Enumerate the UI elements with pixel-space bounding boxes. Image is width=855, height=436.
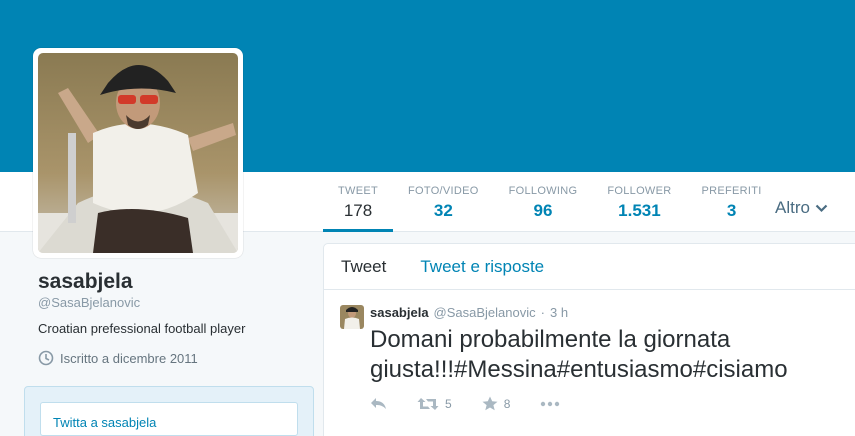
stat-followers[interactable]: FOLLOWER 1.531 xyxy=(592,172,686,232)
tab-tweets[interactable]: Tweet xyxy=(341,257,386,277)
stat-label: TWEET xyxy=(338,185,378,197)
timeline-tabs: Tweet Tweet e risposte xyxy=(324,244,855,290)
profile-stats: TWEET 178 FOTO/VIDEO 32 FOLLOWING 96 FOL… xyxy=(323,172,777,232)
tweet-text: Domani probabilmente la giornata giusta!… xyxy=(370,326,788,383)
stat-label: FOTO/VIDEO xyxy=(408,185,479,197)
tab-tweets-and-replies[interactable]: Tweet e risposte xyxy=(420,257,544,277)
reply-icon xyxy=(371,398,386,409)
stat-value: 96 xyxy=(533,201,553,220)
avatar-photo xyxy=(38,53,238,253)
timeline: Tweet Tweet e risposte sasabjela @SasaBj… xyxy=(323,243,855,436)
stat-photos-videos[interactable]: FOTO/VIDEO 32 xyxy=(393,172,494,232)
profile-avatar xyxy=(38,53,238,253)
stat-value: 178 xyxy=(343,201,373,220)
retweet-button[interactable]: 5 xyxy=(417,397,452,411)
more-menu-label: Altro xyxy=(775,198,810,217)
chevron-down-icon xyxy=(815,204,828,212)
tweet-avatar-photo xyxy=(340,305,364,329)
tweet-to-input[interactable]: Twitta a sasabjela xyxy=(40,402,298,436)
more-dots-icon xyxy=(541,401,560,406)
profile-avatar-frame[interactable] xyxy=(33,48,243,258)
tweet-timestamp[interactable]: 3 h xyxy=(550,305,568,320)
tweet-author-handle[interactable]: @SasaBjelanovic xyxy=(434,305,536,320)
tweet-header: sasabjela @SasaBjelanovic · 3 h xyxy=(370,305,568,320)
profile-bio: Croatian prefessional football player xyxy=(38,321,246,336)
more-actions-button[interactable] xyxy=(540,401,560,407)
joined-text: Iscritto a dicembre 2011 xyxy=(60,350,198,366)
stat-label: PREFERITI xyxy=(701,185,762,197)
stat-label: FOLLOWING xyxy=(508,185,578,197)
stat-following[interactable]: FOLLOWING 96 xyxy=(494,172,593,232)
stat-value: 1.531 xyxy=(618,201,661,220)
retweet-icon xyxy=(417,397,439,410)
profile-handle[interactable]: @SasaBjelanovic xyxy=(38,295,140,310)
tweet-actions: 5 8 xyxy=(370,396,560,411)
stat-favorites[interactable]: PREFERITI 3 xyxy=(687,172,777,232)
profile-joined: Iscritto a dicembre 2011 xyxy=(38,350,198,366)
star-icon xyxy=(482,396,498,411)
tweet-to-box: Twitta a sasabjela xyxy=(24,386,314,436)
tweet-to-label: Twitta a sasabjela xyxy=(53,415,157,430)
tweet-separator: · xyxy=(540,305,545,320)
retweet-count: 5 xyxy=(445,396,452,411)
clock-icon xyxy=(38,350,54,366)
more-menu-button[interactable]: Altro xyxy=(775,198,828,218)
tweet-item[interactable]: sasabjela @SasaBjelanovic · 3 h Domani p… xyxy=(324,291,855,411)
favorite-button[interactable]: 8 xyxy=(482,396,511,411)
tweet-avatar[interactable] xyxy=(340,305,364,329)
stat-tweets[interactable]: TWEET 178 xyxy=(323,172,393,232)
stat-value: 3 xyxy=(726,201,737,220)
tweet-author-name[interactable]: sasabjela xyxy=(370,305,429,320)
favorite-count: 8 xyxy=(503,396,511,411)
reply-button[interactable] xyxy=(370,397,387,410)
stat-label: FOLLOWER xyxy=(607,185,672,197)
stat-value: 32 xyxy=(433,201,453,220)
profile-name[interactable]: sasabjela xyxy=(38,270,133,294)
